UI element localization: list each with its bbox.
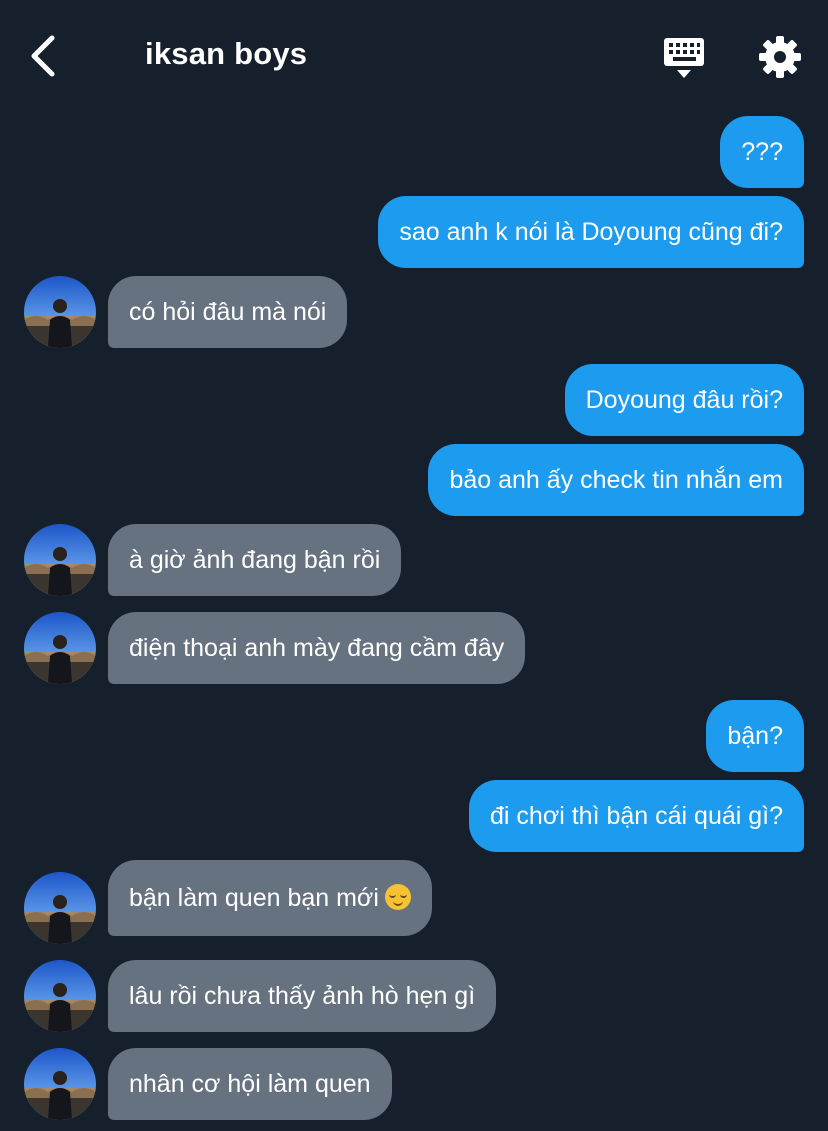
- sent-message: Doyoung đâu rồi?: [0, 364, 828, 436]
- chat-header: iksan boys: [0, 0, 828, 112]
- sent-message: đi chơi thì bận cái quái gì?: [0, 780, 828, 852]
- received-message: điện thoại anh mày đang cầm đây: [0, 612, 828, 684]
- sent-message: ???: [0, 116, 828, 188]
- sent-message: sao anh k nói là Doyoung cũng đi?: [0, 196, 828, 268]
- received-bubble[interactable]: nhân cơ hội làm quen: [108, 1048, 392, 1120]
- message-text: bận làm quen bạn mới: [129, 884, 379, 912]
- back-button[interactable]: [26, 34, 66, 78]
- received-bubble[interactable]: lâu rồi chưa thấy ảnh hò hẹn gì: [108, 960, 497, 1032]
- keyboard-icon: [664, 38, 704, 78]
- gear-icon: [759, 36, 801, 78]
- avatar[interactable]: [24, 612, 96, 684]
- received-bubble[interactable]: điện thoại anh mày đang cầm đây: [108, 612, 526, 684]
- received-bubble[interactable]: có hỏi đâu mà nói: [108, 276, 348, 348]
- avatar[interactable]: [24, 960, 96, 1032]
- sent-bubble[interactable]: bảo anh ấy check tin nhắn em: [428, 444, 804, 516]
- received-bubble[interactable]: à giờ ảnh đang bận rồi: [108, 524, 402, 596]
- keyboard-button[interactable]: [660, 36, 708, 80]
- sent-message: bảo anh ấy check tin nhắn em: [0, 444, 828, 516]
- avatar[interactable]: [24, 524, 96, 596]
- sent-message: bận?: [0, 700, 828, 772]
- received-message: à giờ ảnh đang bận rồi: [0, 524, 828, 596]
- received-message: bận làm quen bạn mới: [0, 860, 828, 944]
- sent-bubble[interactable]: sao anh k nói là Doyoung cũng đi?: [378, 196, 804, 268]
- sent-bubble[interactable]: Doyoung đâu rồi?: [564, 364, 804, 436]
- received-message: lâu rồi chưa thấy ảnh hò hẹn gì: [0, 960, 828, 1032]
- conversation-title: iksan boys: [145, 36, 308, 71]
- received-message: có hỏi đâu mà nói: [0, 276, 828, 348]
- avatar[interactable]: [24, 276, 96, 348]
- sent-bubble[interactable]: đi chơi thì bận cái quái gì?: [469, 780, 804, 852]
- sent-bubble[interactable]: bận?: [706, 700, 804, 772]
- sent-bubble[interactable]: ???: [720, 116, 804, 188]
- received-message: nhân cơ hội làm quen: [0, 1048, 828, 1120]
- avatar[interactable]: [24, 872, 96, 944]
- avatar[interactable]: [24, 1048, 96, 1120]
- received-bubble[interactable]: bận làm quen bạn mới: [108, 860, 432, 936]
- chevron-left-icon: [31, 35, 55, 77]
- settings-button[interactable]: [756, 33, 804, 81]
- relieved-face-emoji: [384, 884, 411, 910]
